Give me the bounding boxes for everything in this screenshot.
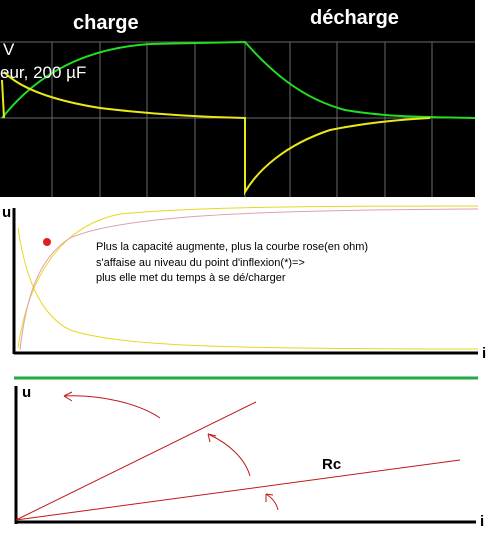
inflection-point-marker: [43, 238, 51, 246]
graph3-y-label: u: [22, 384, 32, 401]
oscilloscope-screen: [0, 40, 475, 197]
graph2-x-label: i: [482, 345, 487, 362]
capacitor-label: eur, 200 µF: [0, 63, 87, 82]
shallow-line: [15, 459, 461, 521]
rc-label: Rc: [322, 456, 342, 473]
hand-drawn-arrows: [63, 391, 279, 511]
graph3-x-label: i: [480, 513, 485, 530]
note-line-2: s'affaise au niveau du point d'inflexion…: [96, 257, 305, 269]
charge-label: charge: [73, 12, 139, 34]
note-line-3: plus elle met du temps à se dé/charger: [96, 272, 286, 284]
graph2-y-label: u: [2, 204, 12, 221]
note-line-1: Plus la capacité augmente, plus la courb…: [96, 241, 369, 253]
linear-graph: [14, 376, 478, 524]
volt-label: V: [3, 40, 15, 59]
decharge-label: décharge: [310, 7, 399, 29]
oscilloscope-panel: charge décharge V eur, 200 µF: [0, 0, 475, 197]
steep-line: [15, 401, 257, 521]
current-curve: [1, 71, 431, 196]
